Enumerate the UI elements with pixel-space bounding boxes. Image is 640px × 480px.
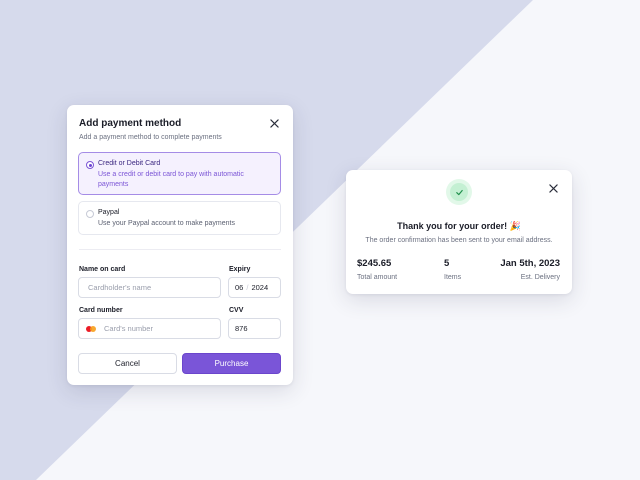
success-circle: [450, 183, 468, 201]
card-number-input[interactable]: Card's number: [78, 318, 221, 339]
option-description: Use a credit or debit card to pay with a…: [98, 171, 244, 188]
confirmation-title: Thank you for your order! 🎉: [397, 221, 521, 231]
mastercard-icon: [86, 325, 98, 333]
expiry-year: 2024: [251, 283, 269, 292]
modal-title: Add payment method: [79, 118, 182, 129]
total-amount-value: $245.65: [357, 258, 392, 269]
items-label: Items: [444, 274, 462, 281]
cvv-label: CVV: [229, 307, 244, 314]
total-amount-label: Total amount: [357, 274, 398, 281]
card-number-label: Card number: [79, 307, 123, 314]
expiry-separator: /: [246, 283, 249, 292]
success-badge: [446, 179, 472, 205]
close-icon: [548, 183, 558, 193]
card-number-placeholder: Card's number: [104, 324, 153, 333]
confirmation-subtitle: The order confirmation has been sent to …: [365, 237, 553, 244]
option-description: Use your Paypal account to make payments: [98, 220, 235, 227]
order-confirmation-card: Thank you for your order! 🎉 The order co…: [346, 170, 572, 294]
modal-close-button[interactable]: [267, 116, 281, 130]
radio-paypal[interactable]: [86, 210, 94, 218]
modal-subtitle: Add a payment method to complete payment…: [79, 134, 222, 141]
cardholder-name-input[interactable]: Cardholder's name: [78, 277, 221, 298]
name-on-card-label: Name on card: [79, 266, 126, 273]
cvv-input[interactable]: 876: [228, 318, 281, 339]
cvv-value: 876: [235, 324, 248, 333]
purchase-button[interactable]: Purchase: [182, 353, 281, 374]
option-title: Paypal: [98, 209, 120, 216]
close-icon: [269, 118, 279, 128]
radio-credit-card[interactable]: [86, 161, 94, 169]
expiry-month: 06: [235, 283, 244, 292]
items-value: 5: [444, 258, 450, 269]
option-paypal[interactable]: Paypal Use your Paypal account to make p…: [78, 201, 281, 235]
option-credit-card[interactable]: Credit or Debit Card Use a credit or deb…: [78, 152, 281, 195]
confirmation-close-button[interactable]: [546, 181, 560, 195]
est-delivery-value: Jan 5th, 2023: [500, 258, 560, 269]
divider: [79, 249, 281, 250]
cardholder-name-placeholder: Cardholder's name: [88, 283, 152, 292]
payment-method-modal: Add payment method Add a payment method …: [67, 105, 293, 385]
expiry-input[interactable]: 06 / 2024: [228, 277, 281, 298]
cancel-button[interactable]: Cancel: [78, 353, 177, 374]
expiry-label: Expiry: [229, 266, 251, 273]
est-delivery-label: Est. Delivery: [520, 274, 560, 281]
option-title: Credit or Debit Card: [98, 160, 161, 167]
check-icon: [455, 189, 463, 195]
